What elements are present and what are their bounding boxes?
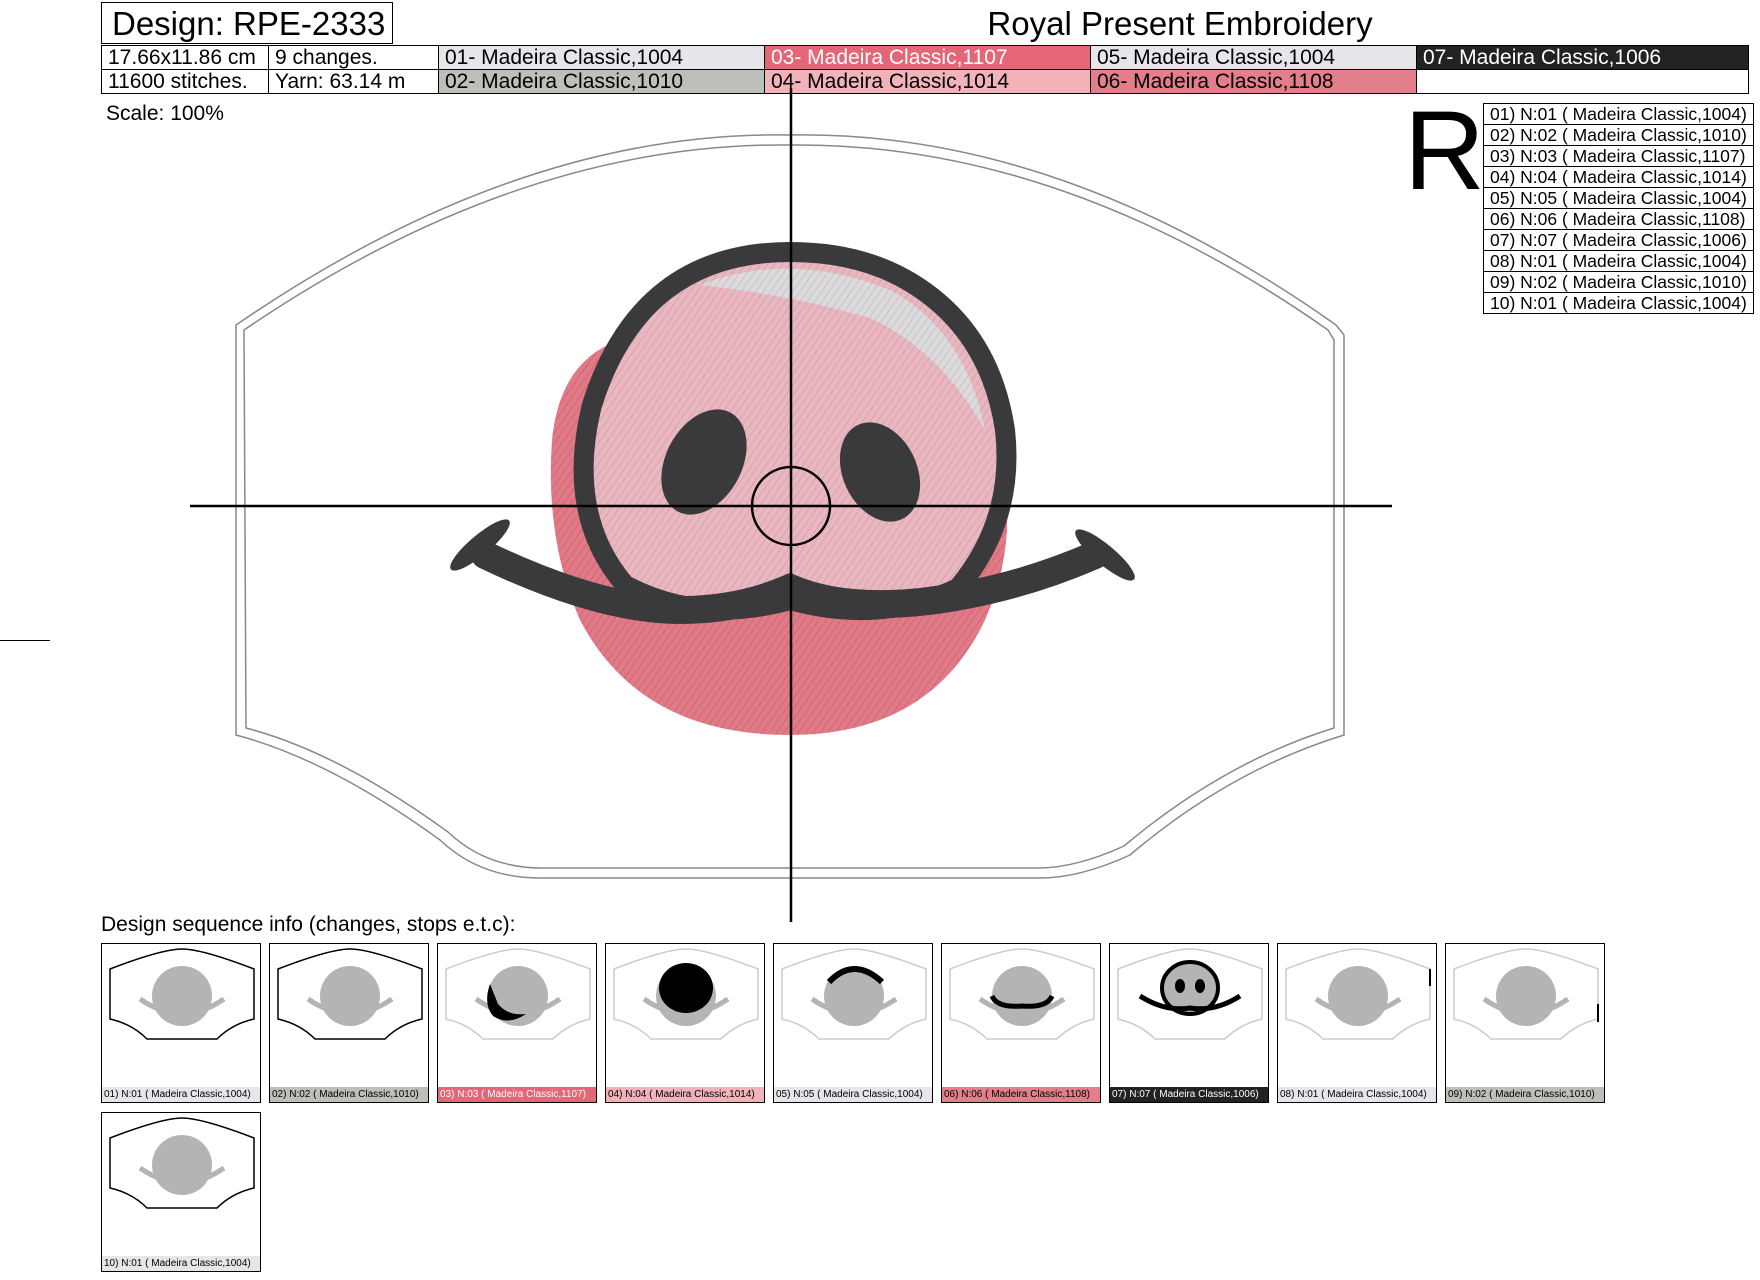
thumb-nose <box>306 966 394 1026</box>
thumbnail-caption: 04) N:04 ( Madeira Classic,1014) <box>606 1087 764 1102</box>
thumbnail-drawing <box>1453 948 1599 1040</box>
thumbnail-drawing <box>277 948 423 1040</box>
thumb-nostril <box>1195 979 1205 993</box>
sequence-thumbnail-03: 03) N:03 ( Madeira Classic,1107) <box>437 943 597 1103</box>
thumbnail-drawing <box>109 948 255 1040</box>
thumbnail-caption: 10) N:01 ( Madeira Classic,1004) <box>102 1256 260 1271</box>
thumb-nose <box>810 966 898 1026</box>
sequence-thumbnail-05: 05) N:05 ( Madeira Classic,1004) <box>773 943 933 1103</box>
thumbnail-caption: 07) N:07 ( Madeira Classic,1006) <box>1110 1087 1268 1102</box>
thumbnail-caption: 05) N:05 ( Madeira Classic,1004) <box>774 1087 932 1102</box>
thumb-nose <box>1482 966 1570 1026</box>
thumbnail-drawing <box>781 948 927 1040</box>
sequence-thumbnail-02: 02) N:02 ( Madeira Classic,1010) <box>269 943 429 1103</box>
thumb-nose <box>1314 966 1402 1026</box>
thumb-nose <box>138 1135 226 1195</box>
sequence-thumbnail-09: 09) N:02 ( Madeira Classic,1010) <box>1445 943 1605 1103</box>
thumbnail-caption: 01) N:01 ( Madeira Classic,1004) <box>102 1087 260 1102</box>
thumb-nose <box>138 966 226 1026</box>
thumbnail-drawing <box>1117 948 1263 1040</box>
thumbnail-caption: 06) N:06 ( Madeira Classic,1108) <box>942 1087 1100 1102</box>
thumb-stitch-area <box>659 963 713 1013</box>
thumbnail-drawing <box>613 948 759 1040</box>
thumbnail-drawing <box>949 948 1095 1040</box>
thumbnail-caption: 02) N:02 ( Madeira Classic,1010) <box>270 1087 428 1102</box>
sequence-title: Design sequence info (changes, stops e.t… <box>101 913 516 936</box>
sequence-thumbnail-01: 01) N:01 ( Madeira Classic,1004) <box>101 943 261 1103</box>
thumbnail-caption: 09) N:02 ( Madeira Classic,1010) <box>1446 1087 1604 1102</box>
thumbnail-drawing <box>445 948 591 1040</box>
thumbnail-caption: 03) N:03 ( Madeira Classic,1107) <box>438 1087 596 1102</box>
sequence-thumbnail-10: 10) N:01 ( Madeira Classic,1004) <box>101 1112 261 1272</box>
thumbnail-drawing <box>1285 948 1431 1040</box>
sequence-thumbnail-07: 07) N:07 ( Madeira Classic,1006) <box>1109 943 1269 1103</box>
thumb-nostril <box>1175 979 1185 993</box>
thumbnail-caption: 08) N:01 ( Madeira Classic,1004) <box>1278 1087 1436 1102</box>
sequence-thumbnail-04: 04) N:04 ( Madeira Classic,1014) <box>605 943 765 1103</box>
design-preview <box>190 88 1392 922</box>
thumbnail-drawing <box>109 1117 255 1209</box>
sequence-thumbnail-06: 06) N:06 ( Madeira Classic,1108) <box>941 943 1101 1103</box>
sequence-thumbnail-08: 08) N:01 ( Madeira Classic,1004) <box>1277 943 1437 1103</box>
